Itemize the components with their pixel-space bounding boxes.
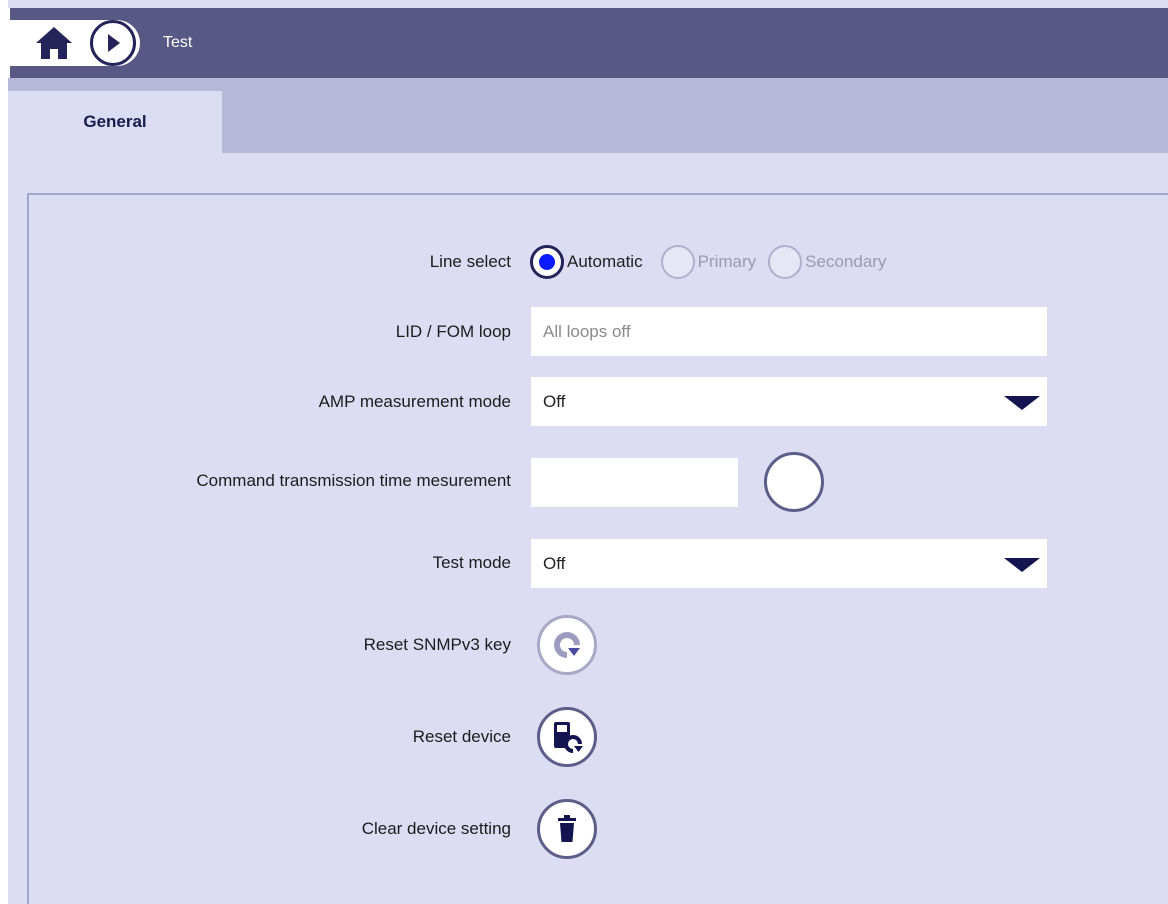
reset-snmp-label: Reset SNMPv3 key [363, 635, 511, 654]
radio-primary[interactable]: Primary [660, 245, 757, 279]
radio-primary-label: Primary [697, 252, 757, 271]
radio-automatic[interactable]: Automatic [530, 245, 643, 279]
clear-setting-button[interactable] [537, 799, 597, 859]
line-select-radio-group: Automatic Primary Secondary [530, 244, 894, 280]
trash-icon [558, 815, 576, 842]
amp-mode-label: AMP measurement mode [318, 392, 511, 411]
device-reset-icon [554, 722, 583, 754]
cmd-time-label: Command transmission time mesurement [196, 471, 511, 490]
radio-automatic-label: Automatic [567, 252, 643, 271]
radio-secondary[interactable]: Secondary [768, 245, 886, 279]
amp-mode-value: Off [543, 391, 566, 411]
home-icon [36, 27, 72, 59]
home-button[interactable] [28, 20, 80, 66]
cmd-time-start-button[interactable] [764, 452, 824, 512]
test-mode-select[interactable]: Off [531, 539, 1047, 588]
reset-device-label: Reset device [412, 727, 511, 746]
reset-snmp-button[interactable] [537, 615, 597, 675]
left-edge [0, 0, 8, 904]
refresh-icon [554, 632, 581, 659]
lid-fom-loop-input[interactable]: All loops off [531, 307, 1047, 356]
tab-general[interactable]: General [8, 91, 222, 153]
lid-fom-loop-placeholder: All loops off [543, 321, 631, 341]
radio-primary-circle[interactable] [660, 245, 695, 279]
cmd-time-input[interactable] [531, 458, 738, 507]
reset-device-button[interactable] [537, 707, 597, 767]
test-mode-label: Test mode [432, 553, 511, 572]
line-select-label: Line select [429, 252, 511, 271]
chevron-down-icon [1004, 396, 1040, 410]
lid-fom-loop-label: LID / FOM loop [395, 322, 511, 341]
test-mode-value: Off [543, 553, 566, 573]
radio-automatic-circle[interactable] [530, 245, 564, 279]
forward-button[interactable] [90, 20, 136, 66]
amp-mode-select[interactable]: Off [531, 377, 1047, 426]
breadcrumb: Test [163, 34, 193, 51]
chevron-down-icon [1004, 558, 1040, 572]
radio-secondary-circle[interactable] [768, 245, 803, 279]
clear-setting-label: Clear device setting [361, 819, 511, 838]
play-right-icon [108, 34, 120, 52]
radio-secondary-label: Secondary [805, 252, 887, 271]
